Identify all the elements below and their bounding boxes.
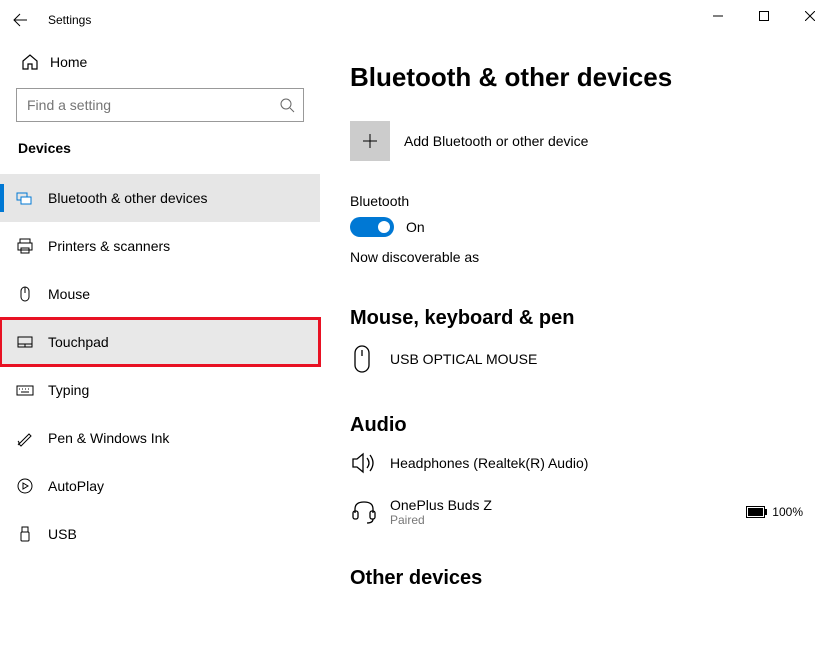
touchpad-icon	[16, 333, 48, 351]
nav-label: Bluetooth & other devices	[48, 190, 208, 206]
group-mouse-title: Mouse, keyboard & pen	[350, 307, 803, 330]
back-button[interactable]	[0, 0, 40, 40]
nav-label: Mouse	[48, 286, 90, 302]
device-mouse-icon	[350, 344, 390, 374]
add-device-label: Add Bluetooth or other device	[404, 133, 588, 149]
speaker-icon	[350, 451, 390, 475]
window-controls	[695, 0, 833, 32]
add-device-button[interactable]: Add Bluetooth or other device	[350, 121, 803, 161]
device-name: OnePlus Buds Z	[390, 497, 746, 513]
pen-icon	[16, 429, 48, 447]
nav-printers[interactable]: Printers & scanners	[0, 222, 320, 270]
search-icon	[279, 97, 295, 113]
main-content: Bluetooth & other devices Add Bluetooth …	[320, 40, 833, 652]
nav-usb[interactable]: USB	[0, 510, 320, 558]
home-icon	[16, 53, 44, 71]
nav-label: Printers & scanners	[48, 238, 170, 254]
toggle-knob	[378, 221, 390, 233]
nav-pen[interactable]: Pen & Windows Ink	[0, 414, 320, 462]
keyboard-icon	[16, 381, 48, 399]
bluetooth-label: Bluetooth	[350, 193, 803, 209]
discoverable-text: Now discoverable as	[350, 249, 803, 265]
bluetooth-devices-icon	[16, 189, 48, 207]
autoplay-icon	[16, 477, 48, 495]
minimize-icon	[713, 11, 723, 21]
app-title: Settings	[48, 13, 91, 27]
mouse-icon	[16, 285, 48, 303]
usb-icon	[16, 525, 48, 543]
home-button[interactable]: Home	[16, 40, 320, 84]
search-box[interactable]	[16, 88, 304, 122]
nav-touchpad[interactable]: Touchpad	[0, 318, 320, 366]
battery-percent: 100%	[772, 505, 803, 519]
printer-icon	[16, 237, 48, 255]
nav-label: Typing	[48, 382, 89, 398]
nav-typing[interactable]: Typing	[0, 366, 320, 414]
nav-label: USB	[48, 526, 77, 542]
page-title: Bluetooth & other devices	[350, 62, 803, 93]
minimize-button[interactable]	[695, 0, 741, 32]
nav-bluetooth[interactable]: Bluetooth & other devices	[0, 174, 320, 222]
headset-icon	[350, 499, 390, 525]
device-earbuds[interactable]: OnePlus Buds Z Paired 100%	[350, 497, 803, 527]
nav-label: Pen & Windows Ink	[48, 430, 169, 446]
bluetooth-toggle[interactable]	[350, 217, 394, 237]
nav-mouse[interactable]: Mouse	[0, 270, 320, 318]
arrow-left-icon	[12, 12, 28, 28]
group-audio-title: Audio	[350, 414, 803, 437]
group-other-title: Other devices	[350, 567, 803, 590]
battery-indicator: 100%	[746, 505, 803, 519]
device-name: Headphones (Realtek(R) Audio)	[390, 455, 803, 471]
nav-label: Touchpad	[48, 334, 109, 350]
device-headphones[interactable]: Headphones (Realtek(R) Audio)	[350, 451, 803, 475]
device-status: Paired	[390, 513, 746, 527]
close-button[interactable]	[787, 0, 833, 32]
section-title: Devices	[16, 140, 320, 156]
home-label: Home	[50, 54, 87, 70]
close-icon	[805, 11, 815, 21]
device-name: USB OPTICAL MOUSE	[390, 351, 803, 367]
nav-label: AutoPlay	[48, 478, 104, 494]
battery-icon	[746, 506, 768, 518]
nav-list: Bluetooth & other devices Printers & sca…	[0, 174, 320, 558]
search-input[interactable]	[25, 96, 279, 114]
plus-icon	[350, 121, 390, 161]
device-mouse[interactable]: USB OPTICAL MOUSE	[350, 344, 803, 374]
bluetooth-state: On	[406, 219, 425, 235]
maximize-button[interactable]	[741, 0, 787, 32]
maximize-icon	[759, 11, 769, 21]
nav-autoplay[interactable]: AutoPlay	[0, 462, 320, 510]
titlebar: Settings	[0, 0, 833, 40]
sidebar: Home Devices Bluetooth & other devices P…	[0, 40, 320, 652]
